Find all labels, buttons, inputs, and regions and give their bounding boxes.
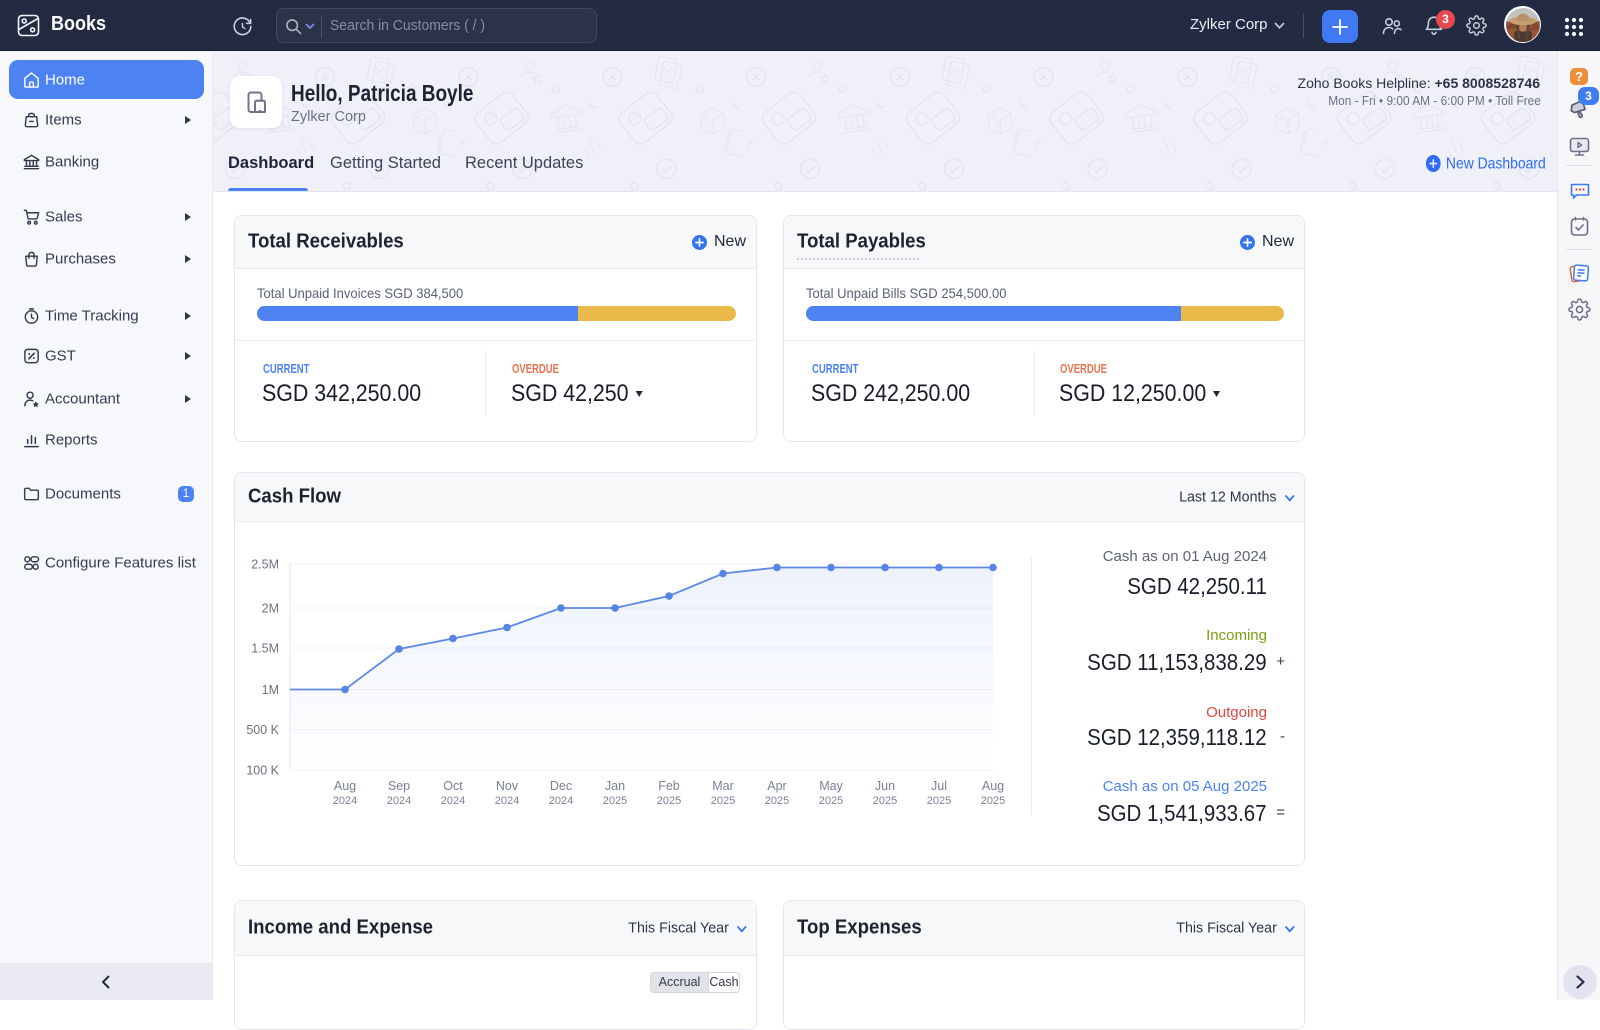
svg-text:Nov: Nov xyxy=(496,779,519,793)
svg-text:Jul: Jul xyxy=(931,779,947,793)
svg-text:500 K: 500 K xyxy=(246,723,279,737)
svg-text:Feb: Feb xyxy=(658,779,680,793)
svg-text:2024: 2024 xyxy=(333,795,357,807)
svg-text:Aug: Aug xyxy=(334,779,356,793)
svg-text:Mar: Mar xyxy=(712,779,734,793)
svg-text:2024: 2024 xyxy=(441,795,465,807)
svg-text:2025: 2025 xyxy=(765,795,789,807)
svg-text:2M: 2M xyxy=(262,602,279,616)
svg-text:1.5M: 1.5M xyxy=(251,642,279,656)
svg-text:2024: 2024 xyxy=(495,795,519,807)
svg-text:2.5M: 2.5M xyxy=(251,558,279,572)
svg-text:1M: 1M xyxy=(262,683,279,697)
svg-text:Jan: Jan xyxy=(605,779,625,793)
svg-text:2024: 2024 xyxy=(549,795,573,807)
svg-text:2025: 2025 xyxy=(873,795,897,807)
svg-text:Jun: Jun xyxy=(875,779,895,793)
svg-text:May: May xyxy=(819,779,843,793)
svg-text:2025: 2025 xyxy=(711,795,735,807)
svg-text:100 K: 100 K xyxy=(246,764,279,778)
svg-text:2025: 2025 xyxy=(981,795,1005,807)
svg-text:Apr: Apr xyxy=(767,779,786,793)
svg-text:2025: 2025 xyxy=(819,795,843,807)
svg-text:2025: 2025 xyxy=(657,795,681,807)
svg-text:Sep: Sep xyxy=(388,779,410,793)
svg-text:2025: 2025 xyxy=(927,795,951,807)
svg-text:Oct: Oct xyxy=(443,779,463,793)
svg-text:Dec: Dec xyxy=(550,779,572,793)
svg-text:Aug: Aug xyxy=(982,779,1004,793)
svg-text:2025: 2025 xyxy=(603,795,627,807)
svg-text:2024: 2024 xyxy=(387,795,411,807)
